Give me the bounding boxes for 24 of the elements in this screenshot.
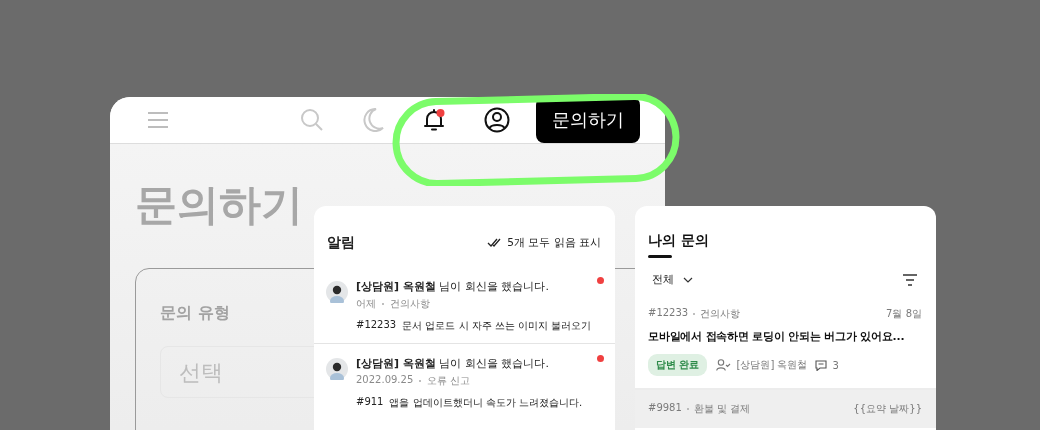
- notification-time: 2022.09.25: [356, 374, 414, 387]
- inquiry-category: 건의사항: [700, 307, 741, 321]
- comment-count: 3: [832, 359, 839, 371]
- notification-category: 건의사항: [390, 297, 430, 311]
- inquiry-number: #12233: [648, 307, 689, 320]
- inquiry-number: #911: [356, 396, 384, 409]
- inquiry-date: {{요약 날짜}}: [853, 402, 922, 416]
- inquiry-date: 7월 8일: [886, 307, 922, 321]
- page-title: 문의하기: [135, 182, 304, 229]
- notification-time: 어제: [356, 297, 376, 311]
- inquiry-subject: 앱을 업데이트했더니 속도가 느려졌습니다.: [389, 396, 583, 410]
- inquiry-number: #9981: [648, 402, 682, 415]
- inquiry-number: #12233: [356, 319, 397, 332]
- notification-category: 오류 신고: [427, 374, 471, 388]
- notification-message: [상담원] 옥원철 님이 회신을 했습니다.: [356, 279, 550, 295]
- notification-message: [상담원] 옥원철 님이 회신을 했습니다.: [356, 356, 550, 372]
- panel-title: 알림: [327, 234, 355, 252]
- status-badge: 답변 완료: [648, 354, 708, 376]
- inquiry-category: 환불 및 결제: [693, 402, 751, 416]
- panel-title: 나의 문의: [647, 231, 710, 250]
- inquiry-title: 모바일에서 접속하면 로딩이 안되는 버그가 있어요...: [648, 330, 906, 344]
- inquiry-subject: 문서 업로드 시 자주 쓰는 이미지 불러오기: [402, 319, 592, 333]
- field-label: 문의 유형: [160, 303, 230, 325]
- assignee-name: [상담원] 옥원철: [736, 358, 808, 372]
